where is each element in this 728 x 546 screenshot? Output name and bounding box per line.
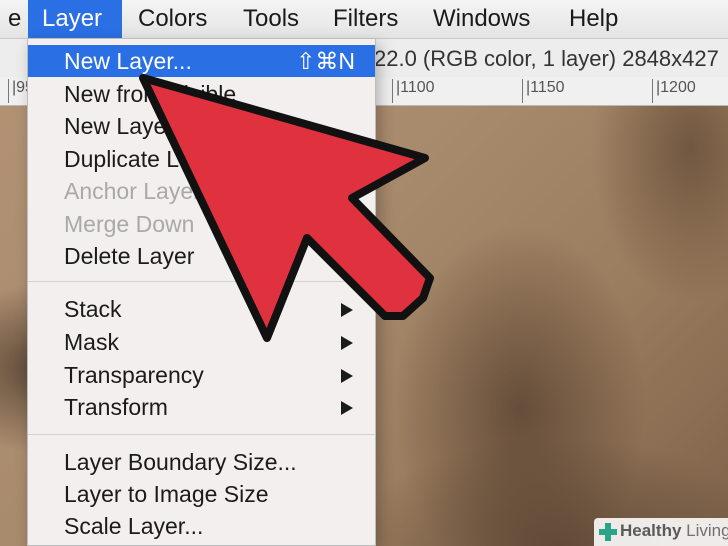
- menu-colors[interactable]: Colors: [124, 0, 221, 38]
- menu-item-layer-boundary-size[interactable]: Layer Boundary Size...: [28, 446, 375, 478]
- layer-menu-dropdown: New Layer... ⇧⌘N New from Visible New La…: [27, 38, 376, 546]
- menu-item-merge-down: Merge Down: [64, 211, 195, 237]
- window-title: 22.0 (RGB color, 1 layer) 2848x427: [374, 46, 719, 71]
- menu-item-transparency[interactable]: Transparency: [28, 359, 375, 391]
- menu-item-layer-to-image-size[interactable]: Layer to Image Size: [28, 478, 375, 510]
- shortcut-label: ⇧⌘N: [296, 48, 355, 74]
- ruler-tick: |1200: [652, 79, 696, 103]
- menu-separator: [28, 281, 375, 282]
- menu-item-new-layer-group[interactable]: New Layer Group: [28, 110, 375, 142]
- menu-item-label: Transparency: [64, 362, 204, 388]
- submenu-arrow-icon: [341, 303, 353, 317]
- menu-item-label: New Layer...: [64, 48, 192, 74]
- menu-item-scale-layer[interactable]: Scale Layer...: [28, 510, 375, 542]
- watermark-badge: Healthy Living: [594, 518, 728, 546]
- menu-windows[interactable]: Windows: [419, 0, 544, 38]
- menu-item-label: Mask: [64, 329, 119, 355]
- menu-item-mask[interactable]: Mask: [28, 326, 375, 358]
- menu-help[interactable]: Help: [555, 0, 632, 38]
- watermark-brand-light: Living: [686, 521, 728, 540]
- menu-item-label: Stack: [64, 296, 122, 322]
- menu-item-stack[interactable]: Stack: [28, 293, 375, 325]
- menu-item-anchor-layer: Anchor Layer: [64, 178, 201, 204]
- menu-filters[interactable]: Filters: [319, 0, 412, 38]
- submenu-arrow-icon: [341, 401, 353, 415]
- watermark-text: Healthy Living: [620, 521, 728, 541]
- menu-bar: e Layer Colors Tools Filters Windows Hel…: [0, 0, 728, 39]
- menu-separator: [28, 434, 375, 435]
- watermark-brand-bold: Healthy: [620, 521, 682, 540]
- menu-layer[interactable]: Layer: [28, 0, 122, 38]
- menu-item-duplicate-layer[interactable]: Duplicate Layer: [28, 143, 375, 175]
- submenu-arrow-icon: [341, 336, 353, 350]
- menu-item-new-layer[interactable]: New Layer... ⇧⌘N: [28, 45, 375, 77]
- ruler-tick: |1150: [522, 79, 565, 103]
- menu-item-transform[interactable]: Transform: [28, 391, 375, 423]
- ruler-tick: |1100: [392, 79, 435, 103]
- menu-item-new-from-visible[interactable]: New from Visible: [28, 78, 375, 110]
- menu-item-label: Transform: [64, 394, 168, 420]
- menu-tools[interactable]: Tools: [229, 0, 313, 38]
- submenu-arrow-icon: [341, 369, 353, 383]
- menu-item-delete-layer[interactable]: Delete Layer: [28, 240, 375, 272]
- plus-cross-icon: [599, 523, 617, 541]
